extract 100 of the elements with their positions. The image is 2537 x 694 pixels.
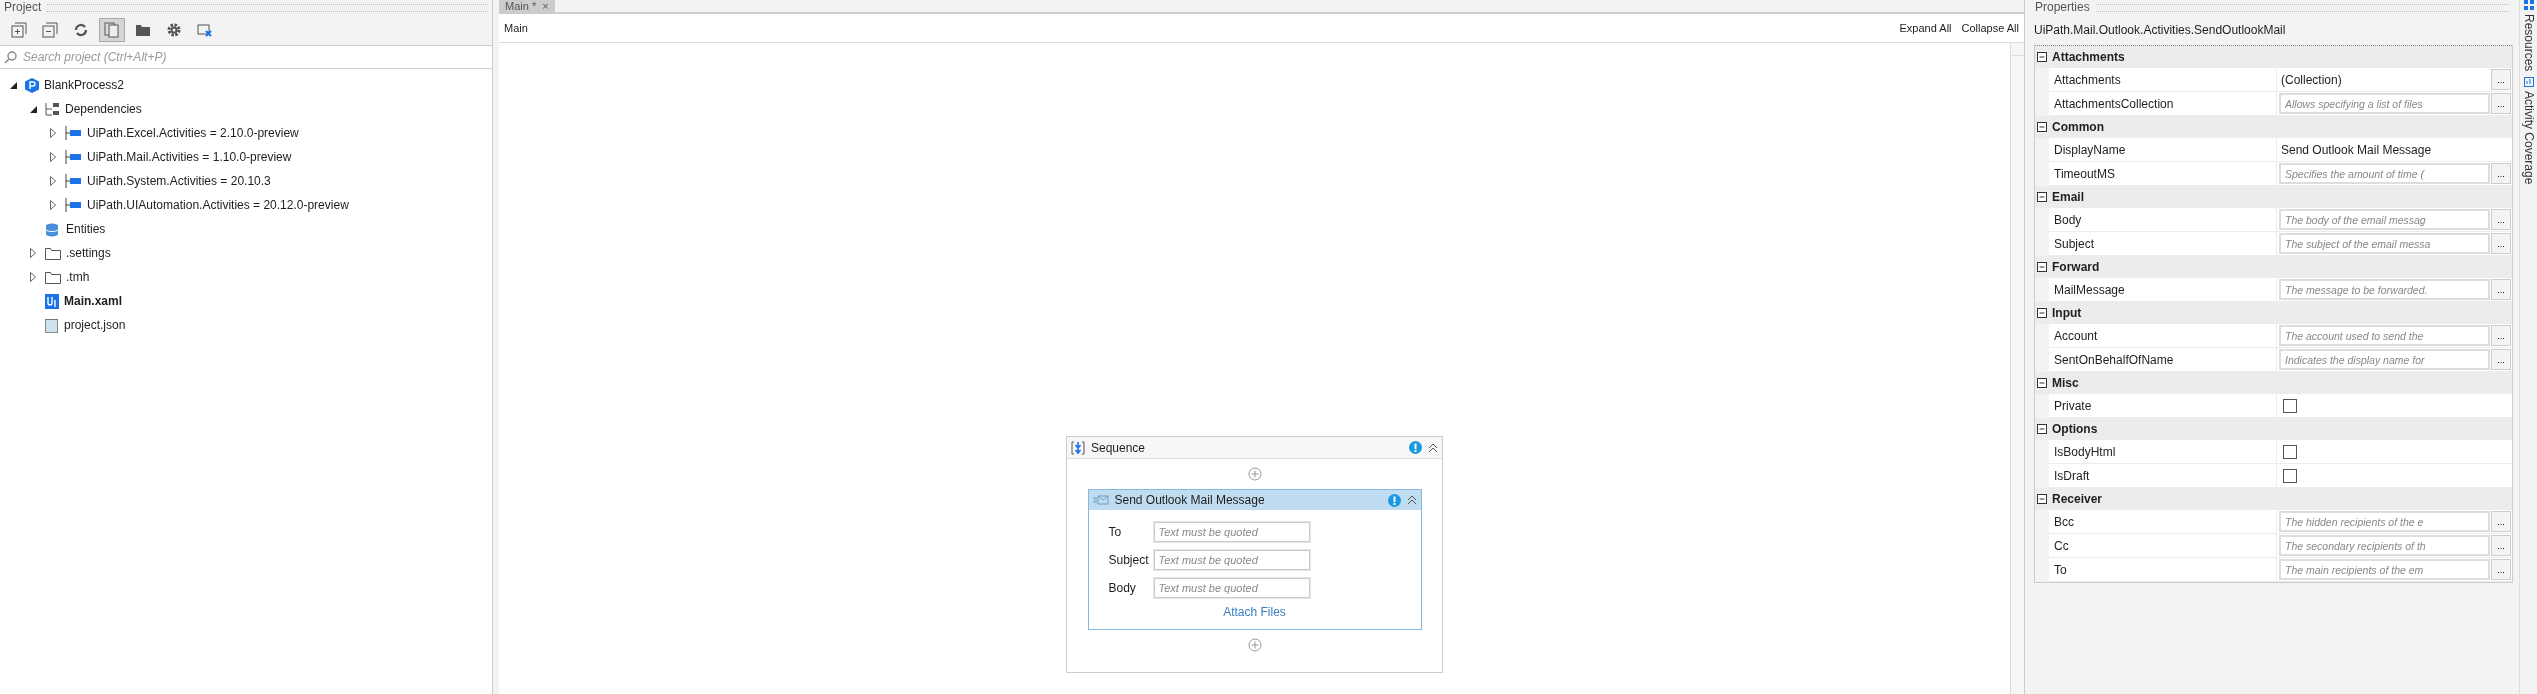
ellipsis-button[interactable]: ... [2491,535,2511,556]
ellipsis-button[interactable]: ... [2491,325,2511,346]
input-field[interactable]: Text must be quoted [1153,522,1310,542]
chart-icon [2523,77,2534,88]
field-label: To [1108,525,1123,539]
tree-item[interactable]: Dependencies [65,102,142,116]
sequence-icon [1071,440,1085,455]
property-field[interactable]: Specifies the amount of time ( [2279,163,2490,184]
property-field[interactable]: The subject of the email messa [2279,233,2490,254]
property-field[interactable]: The hidden recipients of the e [2279,511,2490,532]
collapsed-arrow-icon[interactable] [50,152,56,162]
checkbox[interactable] [2283,468,2297,483]
collapse-icon[interactable] [2037,424,2047,434]
tree-item[interactable]: Entities [66,222,106,236]
property-name: Bcc [2049,510,2277,533]
expanded-arrow-icon[interactable] [9,81,17,89]
search-icon [4,50,17,64]
collapse-icon[interactable] [1428,442,1438,453]
expand-all-icon [11,22,27,38]
property-field[interactable]: The account used to send the [2279,325,2490,346]
documents-icon [104,22,120,38]
side-tab[interactable]: Resources [2521,0,2536,72]
ellipsis-button[interactable]: ... [2491,93,2511,114]
folder-icon [135,22,151,38]
breadcrumb: Main [504,22,529,34]
property-name: IsBodyHtml [2049,440,2277,463]
tree-item[interactable]: Main.xaml [64,294,123,308]
property-field[interactable]: The main recipients of the em [2279,559,2490,580]
package-icon [65,174,82,188]
property-field[interactable]: The secondary recipients of th [2279,535,2490,556]
collapse-icon[interactable] [1406,495,1417,505]
expanded-arrow-icon[interactable] [29,105,37,113]
collapse-icon[interactable] [2037,308,2047,318]
collapse-icon[interactable] [2037,378,2047,388]
collapsed-arrow-icon[interactable] [50,200,56,210]
property-value: Send Outlook Mail Message [2280,142,2433,157]
ellipsis-button[interactable]: ... [2491,349,2511,370]
search-field[interactable]: Search project (Ctrl+Alt+P) [21,49,488,65]
toolbar-link[interactable]: Expand All [1899,22,1952,34]
collapsed-arrow-icon[interactable] [30,272,36,282]
ellipsis-button[interactable]: ... [2491,511,2511,532]
category-header: Receiver [2052,492,2103,506]
hierarchy-icon [45,102,60,116]
category-header: Forward [2052,260,2100,274]
side-tab[interactable]: Activity Coverage [2521,77,2536,185]
property-name: DisplayName [2049,138,2277,161]
property-value: (Collection) [2280,72,2343,87]
scrollbar[interactable] [2010,43,2024,694]
ellipsis-button[interactable]: ... [2491,69,2511,90]
project-icon [25,77,39,93]
close-icon[interactable]: × [542,0,549,12]
tree-item[interactable]: .settings [66,246,111,260]
checkbox[interactable] [2283,398,2297,413]
checkbox[interactable] [2283,444,2297,459]
settings-icon [166,22,182,38]
collapse-icon[interactable] [2037,262,2047,272]
folder-icon [45,270,61,284]
folder-icon [45,246,61,260]
property-field[interactable]: Allows specifying a list of files [2279,93,2490,114]
attach-files-link[interactable]: Attach Files [1223,605,1286,619]
toolbar-link[interactable]: Collapse All [1961,22,2019,34]
property-name: Account [2049,324,2277,347]
property-name: Cc [2049,534,2277,557]
ellipsis-button[interactable]: ... [2491,559,2511,580]
collapsed-arrow-icon[interactable] [30,248,36,258]
category-header: Common [2052,120,2104,134]
property-name: MailMessage [2049,278,2277,301]
collapsed-arrow-icon[interactable] [50,128,56,138]
collapse-icon[interactable] [2037,192,2047,202]
ellipsis-button[interactable]: ... [2491,163,2511,184]
tree-item[interactable]: BlankProcess2 [44,78,125,92]
tree-item[interactable]: UiPath.Mail.Activities = 1.10.0-preview [87,150,292,164]
collapsed-arrow-icon[interactable] [50,176,56,186]
input-field[interactable]: Text must be quoted [1153,550,1310,570]
ellipsis-button[interactable]: ... [2491,209,2511,230]
field-label: Subject [1108,553,1150,567]
tree-item[interactable]: .tmh [66,270,90,284]
package-icon [65,126,82,140]
collapse-icon[interactable] [2037,494,2047,504]
tree-item[interactable]: UiPath.System.Activities = 20.10.3 [87,174,271,188]
property-field[interactable]: The message to be forwarded. [2279,279,2490,300]
activity-title: Sequence [1091,440,1147,455]
property-field[interactable]: The body of the email messag [2279,209,2490,230]
tree-item[interactable]: project.json [64,318,126,332]
input-field[interactable]: Text must be quoted [1153,578,1310,598]
warning-icon [1387,493,1401,507]
field-label: Body [1108,581,1137,595]
tree-item[interactable]: UiPath.UIAutomation.Activities = 20.12.0-preview [87,198,349,212]
property-name: Attachments [2049,68,2277,91]
tree-item[interactable]: UiPath.Excel.Activities = 2.10.0-preview [87,126,299,140]
document-tab[interactable]: Main * × [499,0,555,12]
ellipsis-button[interactable]: ... [2491,279,2511,300]
ellipsis-button[interactable]: ... [2491,233,2511,254]
category-header: Misc [2052,376,2079,390]
property-name: SentOnBehalfOfName [2049,348,2277,371]
property-name: TimeoutMS [2049,162,2277,185]
property-name: Private [2049,394,2277,417]
property-field[interactable]: Indicates the display name for [2279,349,2490,370]
collapse-icon[interactable] [2037,122,2047,132]
collapse-icon[interactable] [2037,52,2047,62]
